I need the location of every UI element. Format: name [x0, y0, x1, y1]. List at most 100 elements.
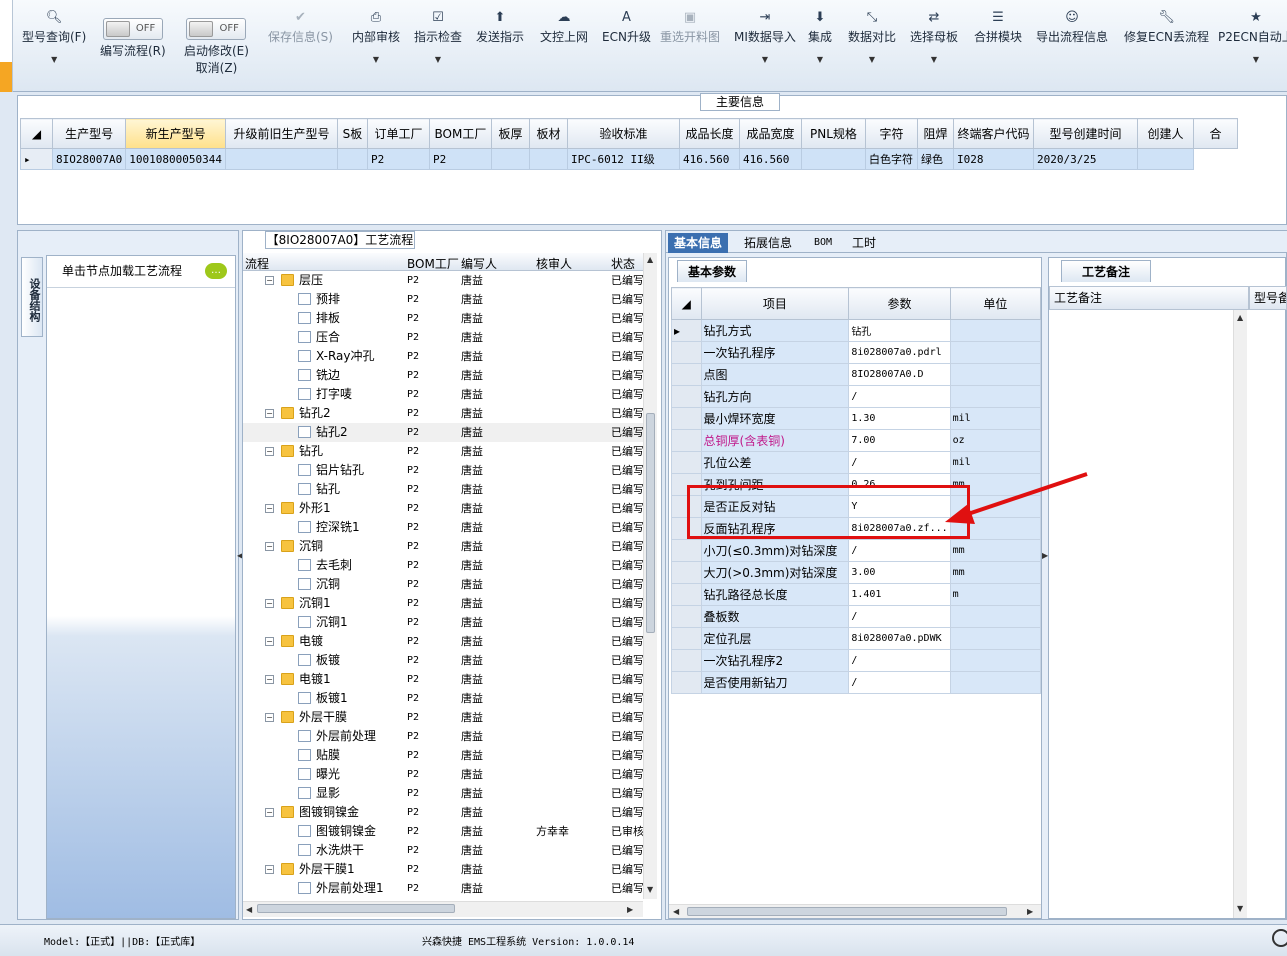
notes-scroll-up-icon[interactable]: ▲: [1237, 313, 1243, 322]
collapse-icon[interactable]: −: [265, 713, 274, 722]
process-row[interactable]: 沉铜 P2 唐益 已编写: [243, 575, 643, 594]
main-col-header[interactable]: S板: [336, 118, 368, 149]
process-row[interactable]: − 沉铜1 P2 唐益 已编写: [243, 594, 643, 613]
toolbar-item-14[interactable]: ☰ 合拼模块: [974, 8, 1022, 45]
toolbar-item-1[interactable]: OFF 编写流程(R): [100, 10, 166, 59]
main-col-header[interactable]: 订单工厂: [366, 118, 430, 149]
tree-vscroll-thumb[interactable]: [646, 413, 655, 633]
process-row[interactable]: − 图镀铜镍金 P2 唐益 已编写: [243, 803, 643, 822]
scroll-left-icon[interactable]: ◀: [246, 905, 252, 914]
dropdown-arrow-icon[interactable]: ▼: [848, 55, 896, 64]
main-col-header[interactable]: 型号创建时间: [1032, 118, 1138, 149]
toolbar-item-12[interactable]: ⤡ 数据对比 ▼: [848, 8, 896, 64]
tab-basic-info[interactable]: 基本信息: [668, 233, 729, 253]
process-row[interactable]: − 外层干膜 P2 唐益 已编写: [243, 708, 643, 727]
process-row[interactable]: 曝光 P2 唐益 已编写: [243, 765, 643, 784]
toolbar-item-9[interactable]: ▣ 重选开料图: [660, 8, 720, 45]
process-row[interactable]: 显影 P2 唐益 已编写: [243, 784, 643, 803]
process-row[interactable]: 沉铜1 P2 唐益 已编写: [243, 613, 643, 632]
param-value[interactable]: 钻孔: [848, 319, 951, 342]
toolbar-item-0[interactable]: 🔍︎ 型号查询(F) ▼: [22, 8, 86, 64]
param-value[interactable]: 8i028007a0.pDWK: [848, 627, 951, 650]
toolbar-item-6[interactable]: ⬆ 发送指示: [476, 8, 524, 45]
params-row[interactable]: 叠板数 /: [671, 605, 1042, 628]
process-row[interactable]: 钻孔 P2 唐益 已编写: [243, 480, 643, 499]
process-row[interactable]: 板镀 P2 唐益 已编写: [243, 651, 643, 670]
dropdown-arrow-icon[interactable]: ▼: [352, 55, 400, 64]
main-cell[interactable]: [528, 148, 568, 170]
params-row[interactable]: 一次钻孔程序 8i028007a0.pdrl: [671, 341, 1042, 364]
basic-params-tab[interactable]: 基本参数: [677, 260, 748, 282]
param-value[interactable]: /: [848, 605, 951, 628]
params-scroll-right-icon[interactable]: ▶: [1027, 907, 1033, 916]
process-row[interactable]: 板镀1 P2 唐益 已编写: [243, 689, 643, 708]
main-col-header[interactable]: 合: [1192, 118, 1238, 149]
toggle-switch[interactable]: OFF: [102, 18, 163, 40]
process-row[interactable]: 水洗烘干 P2 唐益 已编写: [243, 841, 643, 860]
main-cell[interactable]: I028: [952, 148, 1034, 170]
main-col-header[interactable]: 板厚: [490, 118, 530, 149]
process-row[interactable]: 铝片钻孔 P2 唐益 已编写: [243, 461, 643, 480]
main-col-header[interactable]: 生产型号: [51, 118, 127, 149]
param-value[interactable]: /: [848, 671, 951, 694]
process-row[interactable]: 钻孔2 P2 唐益 已编写: [243, 423, 643, 442]
main-col-header[interactable]: 新生产型号: [125, 118, 226, 149]
params-scroll-left-icon[interactable]: ◀: [673, 907, 679, 916]
params-col-item[interactable]: 项目: [700, 287, 850, 320]
params-row[interactable]: 总铜厚(含表铜) 7.00 oz: [671, 429, 1042, 452]
main-col-header[interactable]: 验收标准: [566, 118, 680, 149]
main-cell[interactable]: P2: [428, 148, 492, 170]
notes-vscrollbar[interactable]: ▲ ▼: [1233, 310, 1247, 918]
params-row[interactable]: 大刀(>0.3mm)对钻深度 3.00 mm: [671, 561, 1042, 584]
toolbar-item-2[interactable]: OFF 启动修改(E) 取消(Z): [184, 10, 249, 76]
process-row[interactable]: 外层前处理1 P2 唐益 已编写: [243, 879, 643, 897]
main-cell[interactable]: 8IO28007A0: [51, 148, 127, 170]
params-row[interactable]: 一次钻孔程序2/: [671, 649, 1042, 672]
collapse-icon[interactable]: −: [265, 504, 274, 513]
collapse-icon[interactable]: −: [265, 599, 274, 608]
main-col-header[interactable]: BOM工厂: [428, 118, 492, 149]
params-row[interactable]: 是否使用新钻刀 /: [671, 671, 1042, 694]
process-row[interactable]: 打字唛 P2 唐益 已编写: [243, 385, 643, 404]
process-row[interactable]: 外层前处理 P2 唐益 已编写: [243, 727, 643, 746]
param-value[interactable]: 7.00: [848, 429, 951, 452]
main-cell[interactable]: [1136, 148, 1194, 170]
collapse-icon[interactable]: −: [265, 865, 274, 874]
collapse-icon[interactable]: −: [265, 675, 274, 684]
process-row[interactable]: 压合 P2 唐益 已编写: [243, 328, 643, 347]
params-row[interactable]: 最小焊环宽度 1.30 mil: [671, 407, 1042, 430]
main-col-header[interactable]: 字符: [864, 118, 918, 149]
param-value[interactable]: 1.30: [848, 407, 951, 430]
params-row[interactable]: 钻孔方向 /: [671, 385, 1042, 408]
main-col-header[interactable]: 升级前旧生产型号: [224, 118, 338, 149]
scroll-up-icon[interactable]: ▲: [647, 255, 653, 264]
collapse-icon[interactable]: −: [265, 808, 274, 817]
dropdown-arrow-icon[interactable]: ▼: [414, 55, 462, 64]
main-cell[interactable]: [224, 148, 338, 170]
params-row[interactable]: 小刀(≤0.3mm)对钻深度 / mm: [671, 539, 1042, 562]
tree-vscrollbar[interactable]: ▲ ▼: [643, 253, 657, 899]
param-value[interactable]: 8IO28007A0.D: [848, 363, 951, 386]
main-cell[interactable]: IPC-6012 II级: [566, 148, 680, 170]
params-col-value[interactable]: 参数: [848, 287, 951, 320]
params-col-unit[interactable]: 单位: [949, 287, 1042, 320]
main-cell[interactable]: [490, 148, 530, 170]
param-value[interactable]: /: [848, 539, 951, 562]
tree-hscrollbar[interactable]: ◀ ▶: [243, 901, 643, 917]
collapse-icon[interactable]: −: [265, 276, 274, 285]
main-col-header[interactable]: 创建人: [1136, 118, 1194, 149]
main-col-header[interactable]: 阻焊: [916, 118, 954, 149]
process-row[interactable]: 图镀铜镍金 P2 唐益 方幸幸 已审核: [243, 822, 643, 841]
collapse-icon[interactable]: −: [265, 542, 274, 551]
main-cell[interactable]: 10010800050344: [125, 148, 226, 170]
main-col-header[interactable]: PNL规格: [800, 118, 866, 149]
param-value[interactable]: /: [848, 385, 951, 408]
dropdown-arrow-icon[interactable]: ▼: [1218, 55, 1287, 64]
main-cell[interactable]: [336, 148, 368, 170]
params-row[interactable]: 定位孔层 8i028007a0.pDWK: [671, 627, 1042, 650]
toolbar-item-8[interactable]: A ECN升级: [602, 8, 651, 45]
param-value[interactable]: /: [848, 649, 951, 672]
process-row[interactable]: − 电镀 P2 唐益 已编写: [243, 632, 643, 651]
params-row[interactable]: ▸ 钻孔方式 钻孔: [671, 319, 1042, 342]
process-row[interactable]: 贴膜 P2 唐益 已编写: [243, 746, 643, 765]
